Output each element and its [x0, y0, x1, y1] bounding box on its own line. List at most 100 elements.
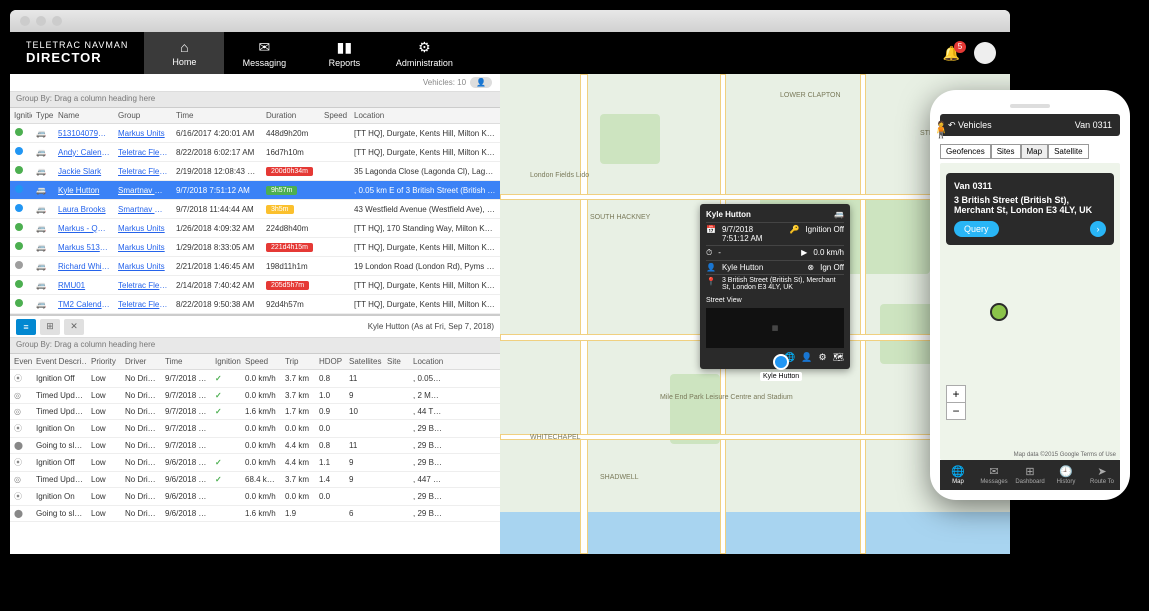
nav-administration[interactable]: ⚙Administration — [384, 32, 464, 74]
group-by-bar[interactable]: Group By: Drag a column heading here — [10, 92, 500, 108]
col-header[interactable]: Name — [54, 108, 114, 124]
table-row[interactable]: 🚐5131040799…Markus Units6/16/2017 4:20:0… — [10, 124, 500, 143]
btm-dashboard[interactable]: ⊞Dashboard — [1012, 460, 1048, 490]
vehicle-group[interactable]: Teletrac Fleet… — [114, 143, 172, 162]
col-header[interactable]: Driver — [121, 354, 161, 370]
col-header[interactable]: Speed — [320, 108, 350, 124]
vehicle-group[interactable]: Teletrac Fleet… — [114, 295, 172, 314]
tab-geofences[interactable]: Geofences — [940, 144, 991, 159]
panel-btn-1[interactable]: ≡ — [16, 319, 36, 335]
filter-chip[interactable]: 👤 — [470, 77, 492, 88]
vehicle-group[interactable]: Markus Units — [114, 219, 172, 238]
col-header[interactable]: Duration — [262, 108, 320, 124]
mobile-header: ↶ Vehicles Van 0311 — [940, 114, 1120, 136]
panel-btn-3[interactable]: ✕ — [64, 319, 84, 335]
close-dot[interactable] — [20, 16, 30, 26]
tab-satellite[interactable]: Satellite — [1048, 144, 1088, 159]
table-row[interactable]: ⦿Ignition OffLowNo Driver9/7/2018 7:…✓0.… — [10, 370, 500, 388]
mobile-map[interactable]: Van 0311 3 British Street (British St), … — [940, 163, 1120, 460]
popup-action-icon[interactable]: 👤 — [801, 352, 812, 363]
table-row[interactable]: 🚐TM2 Calenda…Teletrac Fleet…8/22/2018 9:… — [10, 295, 500, 314]
table-row[interactable]: ⬤Going to sle…LowNo Driver9/7/2018 3:…0.… — [10, 438, 500, 454]
table-row[interactable]: 🚐Kyle HuttonSmartnav Us…9/7/2018 7:51:12… — [10, 181, 500, 200]
tab-map[interactable]: Map — [1021, 144, 1049, 159]
table-row[interactable]: 🚐Jackie SlarkTeletrac Fleet…2/19/2018 12… — [10, 162, 500, 181]
ignition-cell — [211, 488, 241, 506]
col-header[interactable]: Site — [383, 354, 409, 370]
vehicle-name[interactable]: Richard Whit… — [54, 257, 114, 276]
col-header[interactable]: Ignition — [211, 354, 241, 370]
vehicle-pin[interactable]: Kyle Hutton — [760, 354, 802, 381]
col-header[interactable]: Event — [10, 354, 32, 370]
vehicle-group[interactable]: Markus Units — [114, 257, 172, 276]
col-header[interactable]: Type — [32, 108, 54, 124]
vehicle-group[interactable]: Smartnav Us… — [114, 200, 172, 219]
col-header[interactable]: Event Descri… — [32, 354, 87, 370]
col-header[interactable]: Location — [350, 108, 500, 124]
pegman-icon[interactable]: 🧍 — [934, 118, 948, 142]
col-header[interactable]: Time — [161, 354, 211, 370]
col-header[interactable]: Trip — [281, 354, 315, 370]
vehicle-name[interactable]: RMU01 — [54, 276, 114, 295]
col-header[interactable]: Location — [409, 354, 500, 370]
vehicle-name[interactable]: Kyle Hutton — [54, 181, 114, 200]
table-row[interactable]: ⦿Ignition OffLowNo Driver9/6/2018 8:…✓0.… — [10, 454, 500, 472]
administration-icon: ⚙ — [418, 39, 431, 56]
nav-messaging[interactable]: ✉Messaging — [224, 32, 304, 74]
table-row[interactable]: ⦿Ignition OnLowNo Driver9/6/2018 8:…0.0 … — [10, 488, 500, 506]
streetview-thumb[interactable]: ▦ — [706, 308, 844, 348]
card-arrow-icon[interactable]: › — [1090, 221, 1106, 237]
btm-route to[interactable]: ➤Route To — [1084, 460, 1120, 490]
vehicle-name[interactable]: Andy: Calend… — [54, 143, 114, 162]
nav-reports[interactable]: ▮▮Reports — [304, 32, 384, 74]
btm-history[interactable]: 🕘History — [1048, 460, 1084, 490]
col-header[interactable]: Satellites — [345, 354, 383, 370]
vehicle-name[interactable]: TM2 Calenda… — [54, 295, 114, 314]
table-row[interactable]: 🚐Markus - Qub…Markus Units1/26/2018 4:09… — [10, 219, 500, 238]
table-row[interactable]: ⦿Ignition OnLowNo Driver9/7/2018 7:…0.0 … — [10, 420, 500, 438]
col-header[interactable]: Ignition — [10, 108, 32, 124]
vehicle-name[interactable]: Laura Brooks — [54, 200, 114, 219]
col-header[interactable]: Priority — [87, 354, 121, 370]
vehicle-name[interactable]: 5131040799… — [54, 124, 114, 143]
vehicle-group[interactable]: Markus Units — [114, 238, 172, 257]
table-row[interactable]: ◎Timed Upda…LowNo Driver9/7/2018 7:…✓0.0… — [10, 388, 500, 404]
zoom-in-button[interactable]: + — [947, 386, 965, 403]
back-button[interactable]: ↶ Vehicles — [948, 120, 992, 131]
col-header[interactable]: Group — [114, 108, 172, 124]
table-row[interactable]: 🚐Markus 5131…Markus Units1/29/2018 8:33:… — [10, 238, 500, 257]
popup-action-icon[interactable]: ⚙ — [818, 352, 826, 363]
user-avatar[interactable] — [974, 42, 996, 64]
col-header[interactable]: HDOP — [315, 354, 345, 370]
vehicle-popup[interactable]: Kyle Hutton🚐 📅9/7/20187:51:12 AM🔑Ignitio… — [700, 204, 850, 369]
vehicle-name[interactable]: Jackie Slark — [54, 162, 114, 181]
group-by-bar-2[interactable]: Group By: Drag a column heading here — [10, 338, 500, 354]
vehicle-name[interactable]: Markus - Qub… — [54, 219, 114, 238]
vehicle-group[interactable]: Smartnav Us… — [114, 181, 172, 200]
vehicle-group[interactable]: Teletrac Fleet… — [114, 162, 172, 181]
notifications-icon[interactable]: 🔔5 — [943, 45, 960, 62]
popup-action-icon[interactable]: 🗺 — [833, 352, 844, 363]
btm-map[interactable]: 🌐Map — [940, 460, 976, 490]
table-row[interactable]: 🚐Richard Whit…Markus Units2/21/2018 1:46… — [10, 257, 500, 276]
vehicle-group[interactable]: Teletrac Fleet… — [114, 276, 172, 295]
min-dot[interactable] — [36, 16, 46, 26]
table-row[interactable]: 🚐Laura BrooksSmartnav Us…9/7/2018 11:44:… — [10, 200, 500, 219]
col-header[interactable]: Speed — [241, 354, 281, 370]
vehicle-name[interactable]: Markus 5131… — [54, 238, 114, 257]
nav-home[interactable]: ⌂Home — [144, 32, 224, 74]
tab-sites[interactable]: Sites — [991, 144, 1021, 159]
panel-btn-2[interactable]: ⊞ — [40, 319, 60, 335]
col-header[interactable]: Time — [172, 108, 262, 124]
table-row[interactable]: ◎Timed Upda…LowNo Driver9/7/2018 7:…✓1.6… — [10, 404, 500, 420]
table-row[interactable]: 🚐Andy: Calend…Teletrac Fleet…8/22/2018 6… — [10, 143, 500, 162]
zoom-out-button[interactable]: − — [947, 403, 965, 419]
table-row[interactable]: ⬤Going to sle…LowNo Driver9/6/2018 1:…1.… — [10, 506, 500, 522]
max-dot[interactable] — [52, 16, 62, 26]
mobile-vehicle-marker[interactable] — [990, 303, 1008, 321]
btm-messages[interactable]: ✉Messages — [976, 460, 1012, 490]
vehicle-group[interactable]: Markus Units — [114, 124, 172, 143]
table-row[interactable]: 🚐RMU01Teletrac Fleet…2/14/2018 7:40:42 A… — [10, 276, 500, 295]
query-button[interactable]: Query — [954, 221, 999, 237]
table-row[interactable]: ◎Timed Upda…LowNo Driver9/6/2018 8:…✓68.… — [10, 472, 500, 488]
